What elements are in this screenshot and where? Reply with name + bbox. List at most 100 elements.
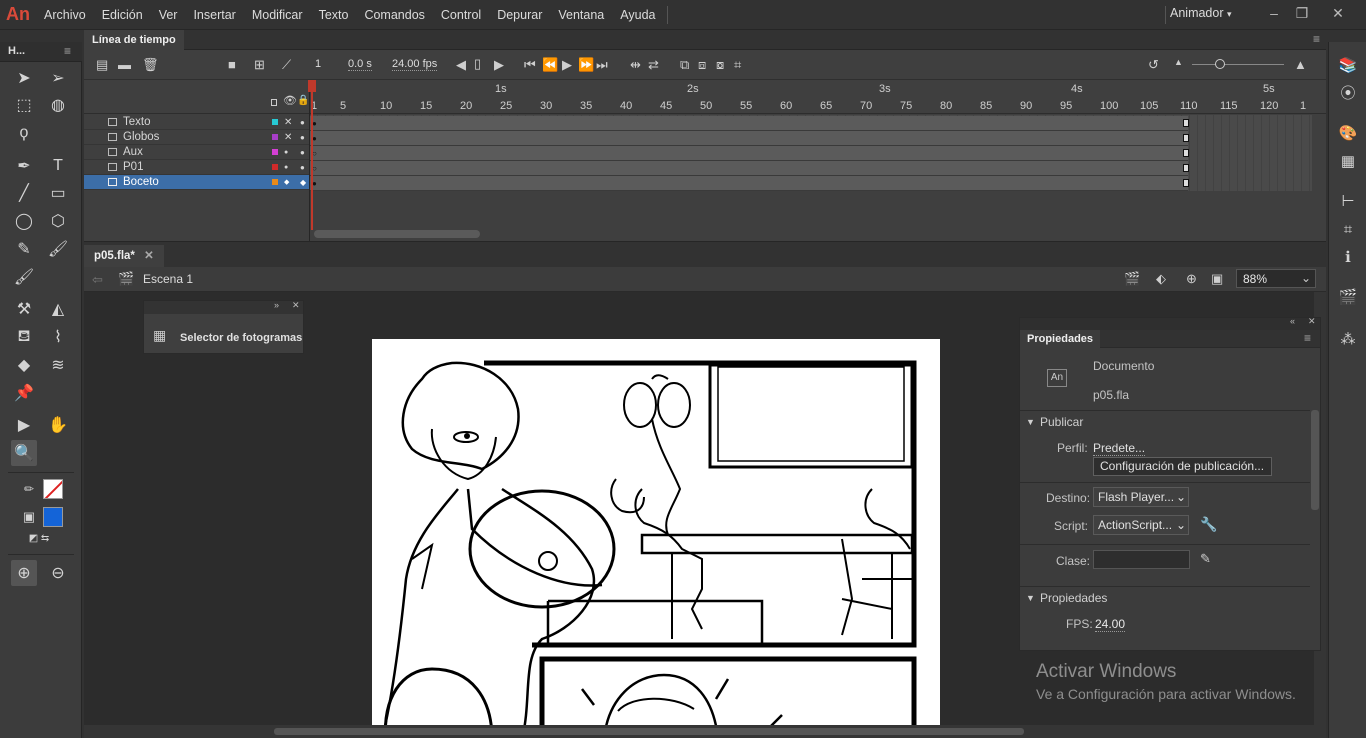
paint-bucket-tool-icon[interactable]: ◭ [45,296,71,322]
zoom-small-icon[interactable]: ▲ [1174,58,1183,67]
onion-skin-icon[interactable]: ⧉ [680,58,689,71]
paint-brush-tool-icon[interactable]: 🖌 [11,264,37,290]
current-frame[interactable]: 1 [315,58,321,70]
edit-symbol-icon[interactable]: ⬖ [1156,272,1166,285]
frame-span[interactable]: ● [310,116,1189,131]
lock-dot-icon[interactable]: ● [300,145,305,160]
asset-warp-tool-icon[interactable]: 📌 [11,380,37,406]
menu-texto[interactable]: Texto [311,0,357,30]
swatches-icon[interactable]: ▦ [1338,152,1358,172]
collapse-icon[interactable]: « [1290,316,1295,326]
center-stage-icon[interactable]: ⊕ [1186,272,1197,285]
menu-modificar[interactable]: Modificar [244,0,311,30]
play-icon[interactable]: ▶ [562,58,572,71]
eyedropper-tool-icon[interactable]: ⌇ [45,324,71,350]
lock-dot-icon[interactable]: ● [300,115,305,130]
zoom-tool-icon[interactable]: 🔍 [11,440,37,466]
menu-ventana[interactable]: Ventana [550,0,612,30]
frame-span[interactable]: ○ [310,161,1189,176]
minimize-icon[interactable]: ‒ [1262,2,1286,24]
frame-span[interactable]: ● [310,176,1189,191]
pencil-tool-icon[interactable]: ✎ [11,236,37,262]
class-input[interactable] [1093,550,1190,569]
layer-color-chip[interactable] [272,119,278,125]
hidden-x-icon[interactable]: ✕ [284,115,292,130]
collapse-icon[interactable]: » [274,300,279,310]
loop-icon[interactable]: ⇄ [648,58,659,71]
brush-tool-icon[interactable]: 🖌 [45,236,71,262]
properties-section-header[interactable]: ▼ Propiedades [1020,586,1310,608]
pen-tool-icon[interactable]: ✒ [11,153,37,179]
publish-settings-button[interactable]: Configuración de publicación... [1093,457,1272,476]
tab-timeline[interactable]: Línea de tiempo [84,30,184,50]
target-dropdown[interactable]: Flash Player... ⌄ [1093,487,1189,507]
width-tool-icon[interactable]: ≋ [45,352,71,378]
visible-dot-icon[interactable]: ◆ [284,175,289,190]
new-folder-icon[interactable]: ▬ [118,58,131,71]
scrollbar-thumb[interactable] [274,728,1024,735]
ink-bottle-tool-icon[interactable]: ⛾ [11,324,37,350]
free-transform-tool-icon[interactable]: ⬚ [11,92,37,118]
frame-span[interactable]: ○ [310,146,1189,161]
edit-multiple-frames-icon[interactable]: ⧇ [716,58,724,71]
layer-row[interactable]: P01 ● ● [84,160,310,175]
lasso-tool-icon[interactable]: ϙ [11,120,37,146]
timeline-zoom-slider[interactable] [1192,64,1284,65]
center-frame-icon[interactable]: ⇹ [630,58,641,71]
visible-dot-icon[interactable]: ● [284,160,288,175]
frame-rate[interactable]: 24.00 fps [392,58,438,71]
step-forward-icon[interactable]: ⏩ [578,58,594,71]
fps-value[interactable]: 24.00 [1095,617,1126,632]
frame-grid[interactable]: ● ● ○ ○ ● [310,115,1312,191]
menu-comandos[interactable]: Comandos [356,0,432,30]
zoom-select[interactable]: 88% ⌄ [1236,269,1316,288]
delete-layer-icon[interactable]: 🗑 [142,58,159,71]
components-icon[interactable]: ⁂ [1338,330,1358,350]
close-icon[interactable]: ✕ [1308,316,1316,327]
modify-markers-icon[interactable]: ⌗ [734,58,741,71]
graph-icon[interactable]: ⟋ [282,58,291,71]
align-icon[interactable]: ⊢ [1338,192,1358,212]
end-frame-icon[interactable] [1183,179,1189,187]
fill-color-swatch[interactable] [43,507,63,527]
selection-tool-icon[interactable]: ➤ [11,65,37,91]
visible-dot-icon[interactable]: ● [284,145,288,160]
layer-row[interactable]: Texto ✕ ● [84,115,310,130]
timeline-zoom-handle[interactable] [1215,59,1225,69]
tab-document[interactable]: p05.fla* ✕ [84,245,164,267]
wrench-icon[interactable]: 🔧 [1200,516,1217,533]
oval-tool-icon[interactable]: ◯ [11,208,37,234]
frame-span[interactable]: ● [310,131,1189,146]
workspace-switcher[interactable]: Animador ▾ [1170,6,1232,20]
zoom-out-icon[interactable]: ⊖ [45,560,71,586]
go-last-frame-icon[interactable]: ⏭ [596,58,608,71]
stroke-color-swatch[interactable] [43,479,63,499]
menu-edicion[interactable]: Edición [94,0,151,30]
tab-properties[interactable]: Propiedades [1020,330,1101,348]
back-arrow-icon[interactable]: ⇦ [92,273,103,286]
menu-depurar[interactable]: Depurar [489,0,550,30]
layer-color-chip[interactable] [272,179,278,185]
rectangle-tool-icon[interactable]: ▭ [45,180,71,206]
onion-outline-icon[interactable]: ⧈ [698,58,706,71]
layer-color-chip[interactable] [272,149,278,155]
step-back-icon[interactable]: ⏪ [542,58,558,71]
end-frame-icon[interactable] [1183,134,1189,142]
reset-zoom-icon[interactable]: ↺ [1148,58,1159,71]
end-frame-icon[interactable] [1183,149,1189,157]
edit-scene-icon[interactable]: 🎬 [1124,272,1140,285]
pencil-icon[interactable]: ✎ [1200,551,1211,567]
layer-row[interactable]: Globos ✕ ● [84,130,310,145]
panel-menu-icon[interactable]: ≡ [1313,32,1320,46]
profile-value[interactable]: Predete... [1093,441,1146,456]
prev-keyframe-icon[interactable]: ◀ [456,58,466,71]
creative-cloud-icon[interactable]: ⦿ [1338,84,1358,104]
zoom-in-icon[interactable]: ⊕ [11,560,37,586]
library-icon[interactable]: 📚 [1338,56,1358,76]
layer-row-selected[interactable]: Boceto ◆ ◆ [84,175,310,190]
camera-icon[interactable]: ■ [228,58,236,71]
outline-toggle-icon[interactable] [271,99,277,106]
layer-row[interactable]: Aux ● ● [84,145,310,160]
motion-presets-icon[interactable]: 🎬 [1338,288,1358,308]
new-layer-icon[interactable]: ▤ [96,58,108,71]
